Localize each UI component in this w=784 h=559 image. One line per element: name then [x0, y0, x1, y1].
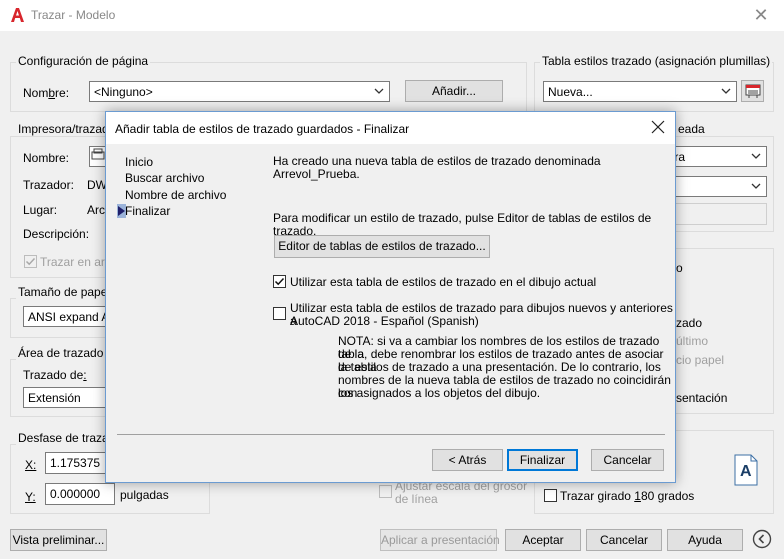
- preview-button-label: Vista preliminar...: [12, 533, 105, 547]
- upside-down-checkbox[interactable]: [544, 489, 557, 502]
- plotter-value: DW: [87, 178, 107, 192]
- plot-style-edit-button[interactable]: [741, 80, 764, 102]
- description-label: Descripción:: [23, 227, 90, 241]
- location-label: Lugar:: [23, 203, 58, 217]
- offset-y-value: 0.000000: [50, 487, 101, 501]
- chevron-down-icon: [721, 88, 731, 94]
- plotter-icon: [91, 148, 105, 160]
- wizard-cancel-button[interactable]: Cancelar: [591, 449, 664, 471]
- help-button-label: Ayuda: [688, 533, 722, 547]
- cancel-button-label: Cancelar: [599, 533, 649, 547]
- cancel-button[interactable]: Cancelar: [586, 529, 662, 551]
- apply-to-layout-label: Aplicar a presentación: [381, 533, 500, 547]
- chevron-down-icon: [751, 183, 761, 189]
- chevron-left-circle-icon[interactable]: [752, 529, 772, 549]
- plot-style-table-group-label: Tabla estilos trazado (asignación plumil…: [540, 54, 773, 68]
- dialog-title: Añadir tabla de estilos de trazado guard…: [115, 122, 410, 136]
- scale-lineweights-label-2: de línea: [395, 492, 438, 506]
- page-setup-add-button[interactable]: Añadir...: [405, 80, 503, 102]
- note-line-5: los asignados a los objetos del dibujo.: [338, 386, 541, 400]
- plot-what-value: Extensión: [28, 391, 81, 405]
- finish-button-label: Finalizar: [519, 453, 566, 467]
- plot-area-group-label: Área de trazado: [16, 346, 106, 360]
- edit-table-icon: [745, 84, 760, 98]
- offset-x-value: 1.175375: [50, 456, 101, 470]
- quality-select[interactable]: [660, 176, 767, 197]
- plotter-label: Trazador:: [23, 178, 74, 192]
- upside-down-label: Trazar girado 180 grados: [560, 489, 695, 503]
- plot-options-save-layout: sentación: [676, 391, 728, 405]
- back-button-label: < Atrás: [448, 453, 487, 467]
- use-new-drawings-label-2: AutoCAD 2018 - Español (Spanish): [290, 314, 479, 328]
- wizard-step-finish: Finalizar: [125, 204, 171, 218]
- use-current-drawing-label: Utilizar esta tabla de estilos de trazad…: [290, 275, 597, 289]
- help-button[interactable]: Ayuda: [667, 529, 743, 551]
- ok-button-label: Aceptar: [522, 533, 564, 547]
- scale-lineweights-checkbox[interactable]: [379, 485, 392, 498]
- plot-style-table-select[interactable]: Nueva...: [543, 81, 737, 102]
- wizard-cancel-label: Cancelar: [603, 453, 652, 467]
- apply-to-layout-button[interactable]: Aplicar a presentación: [380, 529, 500, 551]
- use-new-drawings-checkbox[interactable]: [273, 307, 286, 320]
- created-message: Ha creado una nueva tabla de estilos de …: [273, 154, 601, 181]
- checkmark-icon: [25, 257, 36, 266]
- wizard-steps: Inicio Buscar archivo Nombre de archivo …: [106, 144, 264, 436]
- page-setup-group-label: Configuración de página: [16, 54, 151, 68]
- plot-what-label: Trazado de:: [23, 368, 87, 382]
- shaded-viewport-group-label: eada: [676, 122, 707, 136]
- close-icon[interactable]: [649, 118, 667, 136]
- printer-name-label: Nombre:: [23, 151, 70, 165]
- wizard-step-browse: Buscar archivo: [125, 171, 205, 185]
- orientation-letter: A: [740, 463, 752, 480]
- use-current-drawing-checkbox[interactable]: [273, 275, 286, 288]
- autocad-logo-icon: [11, 8, 24, 22]
- plot-options-row1-tail: o: [676, 261, 683, 275]
- checkmark-icon: [274, 277, 285, 286]
- ok-button[interactable]: Aceptar: [505, 529, 581, 551]
- offset-x-label: X:: [25, 458, 37, 472]
- offset-y-input[interactable]: 0.000000: [45, 483, 115, 505]
- plot-options-hide-paperspace: cio papel: [676, 353, 725, 367]
- add-plot-style-table-dialog: Añadir tabla de estilos de trazado guard…: [105, 111, 676, 483]
- back-button[interactable]: < Atrás: [432, 449, 503, 471]
- add-button-label: Añadir...: [431, 84, 477, 98]
- page-setup-name-label: Nombre:: [23, 86, 70, 100]
- finish-button[interactable]: Finalizar: [507, 449, 578, 471]
- plot-options-paperspace-last: último: [676, 334, 709, 348]
- paper-size-group-label: Tamaño de papel: [16, 285, 113, 299]
- chevron-down-icon: [374, 88, 384, 94]
- wizard-step-start: Inicio: [125, 155, 154, 169]
- window-close-button[interactable]: ✕: [738, 0, 784, 31]
- shade-plot-select[interactable]: stra: [660, 146, 767, 167]
- plot-to-file-checkbox[interactable]: [24, 255, 37, 268]
- editor-button-label: Editor de tablas de estilos de trazado..…: [278, 239, 486, 253]
- plot-style-editor-button[interactable]: Editor de tablas de estilos de trazado..…: [274, 235, 490, 258]
- preview-button[interactable]: Vista preliminar...: [10, 529, 107, 551]
- plot-style-table-value: Nueva...: [548, 85, 593, 99]
- offset-units-label: pulgadas: [120, 488, 169, 502]
- title-bar: Trazar - Modelo ✕: [0, 0, 784, 31]
- dialog-title-bar: Añadir tabla de estilos de trazado guard…: [106, 112, 675, 144]
- chevron-down-icon: [751, 153, 761, 159]
- plot-options-object-lineweights: zado: [676, 316, 703, 330]
- window-title: Trazar - Modelo: [31, 8, 116, 22]
- dialog-separator: [117, 434, 665, 435]
- paper-size-value: ANSI expand A: [28, 310, 110, 324]
- page-setup-name-select[interactable]: <Ninguno>: [89, 81, 390, 102]
- dpi-input[interactable]: [660, 203, 767, 225]
- offset-y-label: Y:: [25, 490, 36, 504]
- wizard-step-filename: Nombre de archivo: [125, 188, 227, 202]
- page-setup-name-value: <Ninguno>: [94, 85, 153, 99]
